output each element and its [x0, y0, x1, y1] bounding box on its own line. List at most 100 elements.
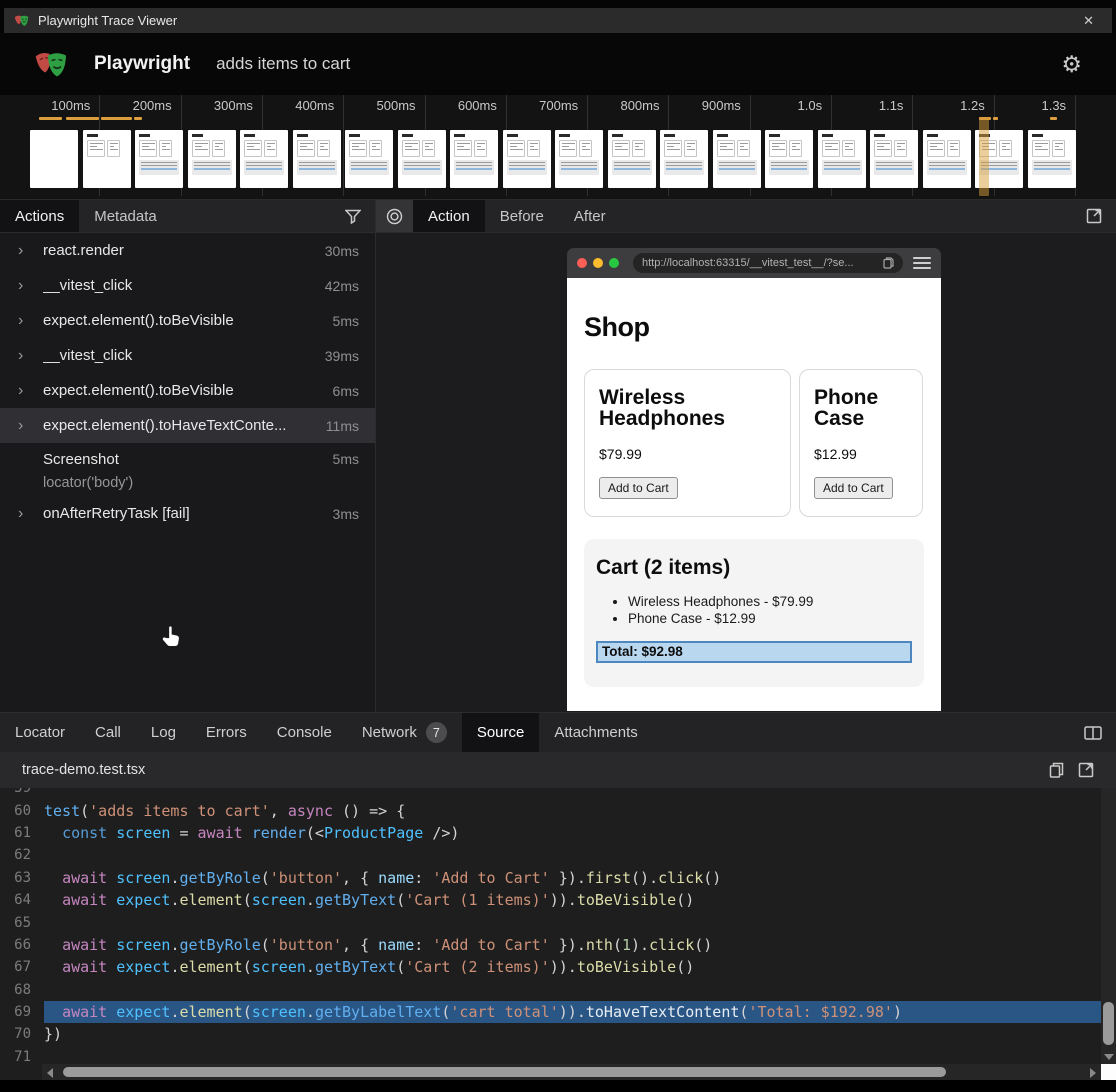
code-line[interactable]: 61 const screen = await render(<ProductP…	[0, 822, 1101, 844]
address-bar[interactable]: http://localhost:63315/__vitest_test__/?…	[633, 253, 903, 273]
vertical-scrollbar[interactable]	[1101, 788, 1116, 1064]
thumb-card	[192, 140, 210, 157]
copy-url-icon[interactable]	[883, 257, 894, 269]
add-to-cart-button[interactable]: Add to Cart	[599, 477, 678, 499]
filmstrip-thumbnail[interactable]	[83, 130, 131, 188]
settings-gear-icon[interactable]: ⚙	[1061, 53, 1082, 76]
code-line[interactable]: 67 await expect.element(screen.getByText…	[0, 956, 1101, 978]
chevron-right-icon[interactable]: ›	[18, 312, 43, 330]
code-text: test('adds items to cart', async () => {	[44, 799, 1101, 821]
browser-menu-icon[interactable]	[913, 254, 931, 272]
code-line[interactable]: 59	[0, 788, 1101, 799]
filmstrip-thumbnail[interactable]	[660, 130, 708, 188]
action-list-item[interactable]: ›expect.element().toBeVisible6ms	[0, 373, 375, 408]
thumb-card	[507, 140, 525, 157]
code-line[interactable]: 63 await screen.getByRole('button', { na…	[0, 867, 1101, 889]
add-to-cart-button[interactable]: Add to Cart	[814, 477, 893, 499]
action-duration: 39ms	[317, 348, 359, 364]
code-line[interactable]: 60test('adds items to cart', async () =>…	[0, 799, 1101, 821]
window-close-button[interactable]: ✕	[1075, 13, 1102, 29]
filmstrip-thumbnail[interactable]	[765, 130, 813, 188]
thumb-card	[402, 140, 420, 157]
code-line[interactable]: 69 await expect.element(screen.getByLabe…	[0, 1001, 1101, 1023]
tab-locator[interactable]: Locator	[0, 713, 80, 752]
thumb-card	[107, 140, 120, 157]
copy-icon[interactable]	[1049, 762, 1064, 778]
code-line[interactable]: 62	[0, 844, 1101, 866]
source-code-view[interactable]: 5960test('adds items to cart', async () …	[0, 788, 1116, 1080]
scroll-left-arrow-icon[interactable]	[47, 1068, 53, 1078]
tab-after[interactable]: After	[559, 200, 621, 232]
tab-call[interactable]: Call	[80, 713, 136, 752]
code-token: ,	[270, 802, 288, 820]
code-line[interactable]: 65	[0, 911, 1101, 933]
filmstrip-thumbnail[interactable]	[135, 130, 183, 188]
cart-item: Wireless Headphones - $79.99	[628, 593, 912, 611]
action-list-item[interactable]: ›__vitest_click39ms	[0, 338, 375, 373]
filmstrip-thumbnail[interactable]	[818, 130, 866, 188]
code-line[interactable]: 66 await screen.getByRole('button', { na…	[0, 934, 1101, 956]
filmstrip-thumbnail[interactable]	[608, 130, 656, 188]
filmstrip-thumbnail[interactable]	[923, 130, 971, 188]
thumb-cards	[559, 140, 599, 157]
code-token: screen	[116, 824, 170, 842]
horizontal-scrollbar-thumb[interactable]	[63, 1067, 946, 1077]
filmstrip-thumbnail[interactable]	[188, 130, 236, 188]
action-duration: 6ms	[325, 383, 359, 399]
thumb-cart	[612, 160, 652, 175]
filmstrip-thumbnail[interactable]	[1028, 130, 1076, 188]
filmstrip-thumbnail[interactable]	[345, 130, 393, 188]
vertical-scrollbar-thumb[interactable]	[1103, 1002, 1114, 1045]
tab-actions[interactable]: Actions	[0, 200, 79, 232]
layout-toggle-button[interactable]	[1084, 713, 1116, 752]
filmstrip-thumbnail[interactable]	[555, 130, 603, 188]
scroll-right-arrow-icon[interactable]	[1090, 1068, 1096, 1078]
action-list-item[interactable]: ›expect.element().toBeVisible5ms	[0, 303, 375, 338]
code-line[interactable]: 64 await expect.element(screen.getByText…	[0, 889, 1101, 911]
filmstrip-thumbnail[interactable]	[30, 130, 78, 188]
action-list-item[interactable]: ›onAfterRetryTask [fail]3ms	[0, 496, 375, 531]
filmstrip-thumbnail[interactable]	[293, 130, 341, 188]
trace-viewer-window: Playwright Trace Viewer ✕ Playwright add…	[0, 0, 1116, 1092]
code-text: })	[44, 1023, 1101, 1045]
code-token: name	[378, 936, 414, 954]
tab-before[interactable]: Before	[485, 200, 559, 232]
chevron-right-icon[interactable]: ›	[18, 382, 43, 400]
thumb-cards	[507, 140, 547, 157]
tab-label: Network	[362, 724, 417, 741]
horizontal-scrollbar[interactable]	[42, 1064, 1101, 1080]
filmstrip-thumbnail[interactable]	[870, 130, 918, 188]
pick-locator-button[interactable]	[376, 200, 413, 232]
timeline[interactable]: 100ms200ms300ms400ms500ms600ms700ms800ms…	[0, 95, 1116, 200]
filter-button[interactable]	[345, 200, 375, 232]
code-line[interactable]: 70})	[0, 1023, 1101, 1045]
timeline-filmstrip[interactable]	[30, 130, 1076, 188]
open-snapshot-button[interactable]	[1086, 200, 1116, 232]
tab-log[interactable]: Log	[136, 713, 191, 752]
chevron-right-icon[interactable]: ›	[18, 277, 43, 295]
scroll-down-arrow-icon[interactable]	[1104, 1054, 1114, 1060]
tab-errors[interactable]: Errors	[191, 713, 262, 752]
action-list-item[interactable]: ›expect.element().toHaveTextConte...11ms	[0, 408, 375, 443]
chevron-right-icon[interactable]: ›	[18, 347, 43, 365]
tab-source[interactable]: Source	[462, 713, 540, 752]
chevron-right-icon[interactable]: ›	[18, 242, 43, 260]
tab-attachments[interactable]: Attachments	[539, 713, 652, 752]
tab-console[interactable]: Console	[262, 713, 347, 752]
tab-action[interactable]: Action	[413, 200, 485, 232]
line-number: 64	[0, 892, 44, 908]
chevron-right-icon[interactable]: ›	[18, 417, 43, 435]
code-line[interactable]: 68	[0, 979, 1101, 1001]
open-source-external-icon[interactable]	[1078, 762, 1094, 778]
code-token: toHaveTextContent	[586, 1003, 740, 1021]
filmstrip-thumbnail[interactable]	[398, 130, 446, 188]
filmstrip-thumbnail[interactable]	[240, 130, 288, 188]
chevron-right-icon[interactable]: ›	[18, 505, 43, 523]
filmstrip-thumbnail[interactable]	[503, 130, 551, 188]
action-list-item[interactable]: ›react.render30ms	[0, 233, 375, 268]
filmstrip-thumbnail[interactable]	[713, 130, 761, 188]
filmstrip-thumbnail[interactable]	[450, 130, 498, 188]
action-list-item[interactable]: ›__vitest_click42ms	[0, 268, 375, 303]
tab-network[interactable]: Network7	[347, 713, 462, 752]
tab-metadata[interactable]: Metadata	[79, 200, 172, 232]
